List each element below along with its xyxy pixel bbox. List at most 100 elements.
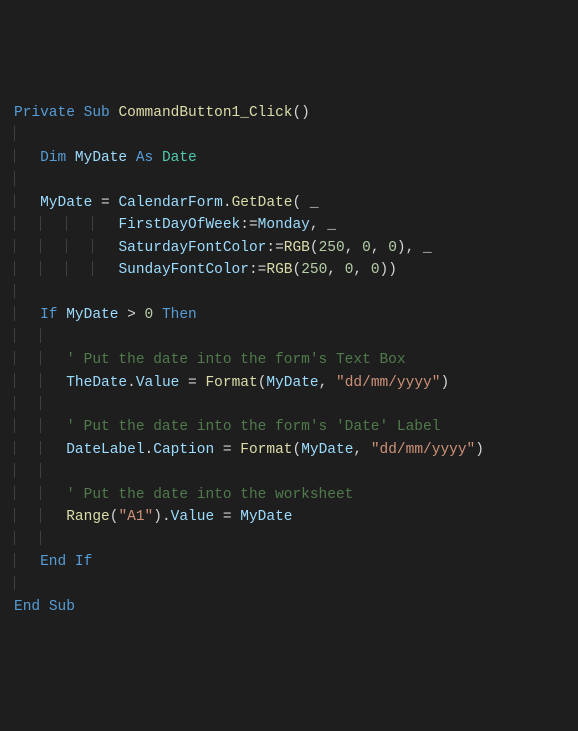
comma: , xyxy=(345,240,362,256)
function-name: Format xyxy=(240,442,292,458)
indent-guide xyxy=(14,284,15,299)
indent-guide xyxy=(14,531,15,546)
comment: ' Put the date into the form's 'Date' La… xyxy=(66,419,440,435)
string: "dd/mm/yyyy" xyxy=(371,442,475,458)
indent-guide xyxy=(40,441,41,456)
code-line xyxy=(14,532,40,548)
comma: , xyxy=(353,442,370,458)
number: 250 xyxy=(301,262,327,278)
dot-operator: . xyxy=(145,442,154,458)
indent-guide xyxy=(14,576,15,591)
indent-guide xyxy=(14,553,15,568)
indent-guide xyxy=(14,239,15,254)
code-line: ' Put the date into the form's Text Box xyxy=(14,352,406,368)
code-line: End Sub xyxy=(14,599,75,615)
keyword: End xyxy=(14,599,40,615)
parentheses: ( xyxy=(310,240,319,256)
function-name: RGB xyxy=(284,240,310,256)
identifier: MyDate xyxy=(266,375,318,391)
identifier: MyDate xyxy=(301,442,353,458)
indent-guide xyxy=(14,261,15,276)
code-line: Range("A1").Value = MyDate xyxy=(14,509,293,525)
indent-guide xyxy=(40,351,41,366)
indent-guide xyxy=(40,216,41,231)
function-name: CommandButton1_Click xyxy=(118,105,292,121)
indent-guide xyxy=(14,328,15,343)
string: "A1" xyxy=(118,509,153,525)
parameter: FirstDayOfWeek xyxy=(118,217,240,233)
string: "dd/mm/yyyy" xyxy=(336,375,440,391)
indent-guide xyxy=(14,126,15,141)
operator: = xyxy=(214,509,240,525)
number: 0 xyxy=(371,262,380,278)
comment: ' Put the date into the worksheet xyxy=(66,487,353,503)
indent-guide xyxy=(40,373,41,388)
code-line: End If xyxy=(14,554,92,570)
operator: = xyxy=(214,442,240,458)
comma: , xyxy=(371,240,388,256)
indent-guide xyxy=(40,486,41,501)
code-line: Dim MyDate As Date xyxy=(14,150,197,166)
comma: , xyxy=(327,262,344,278)
code-line: If MyDate > 0 Then xyxy=(14,307,197,323)
operator: := xyxy=(249,262,266,278)
continuation: , _ xyxy=(310,217,336,233)
code-line: ' Put the date into the form's 'Date' La… xyxy=(14,419,440,435)
parentheses: ) xyxy=(440,375,449,391)
parameter: SundayFontColor xyxy=(118,262,249,278)
parentheses: ) xyxy=(475,442,484,458)
parentheses: ), _ xyxy=(397,240,432,256)
indent-guide xyxy=(92,239,93,254)
indent-guide xyxy=(92,216,93,231)
dot-operator: . xyxy=(127,375,136,391)
indent-guide xyxy=(40,239,41,254)
code-line: Private Sub CommandButton1_Click() xyxy=(14,105,310,121)
keyword: Sub xyxy=(49,599,75,615)
keyword: Then xyxy=(162,307,197,323)
indent-guide xyxy=(14,149,15,164)
indent-guide xyxy=(14,486,15,501)
identifier: MyDate xyxy=(75,150,127,166)
number: 0 xyxy=(362,240,371,256)
operator: = xyxy=(92,195,118,211)
identifier: DateLabel xyxy=(66,442,144,458)
indent-guide xyxy=(40,396,41,411)
keyword: If xyxy=(40,307,57,323)
keyword: If xyxy=(75,554,92,570)
indent-guide xyxy=(14,194,15,209)
identifier: MyDate xyxy=(240,509,292,525)
indent-guide xyxy=(14,216,15,231)
indent-guide xyxy=(14,351,15,366)
property: Value xyxy=(136,375,180,391)
indent-guide xyxy=(14,396,15,411)
identifier: CalendarForm xyxy=(118,195,222,211)
indent-guide xyxy=(40,328,41,343)
code-line: ' Put the date into the worksheet xyxy=(14,487,353,503)
operator: := xyxy=(240,217,257,233)
function-name: RGB xyxy=(266,262,292,278)
identifier: MyDate xyxy=(66,307,118,323)
identifier: MyDate xyxy=(40,195,92,211)
property: Caption xyxy=(153,442,214,458)
operator: := xyxy=(266,240,283,256)
parentheses: () xyxy=(292,105,309,121)
keyword: Private xyxy=(14,105,75,121)
indent-guide xyxy=(14,508,15,523)
comma: , xyxy=(319,375,336,391)
indent-guide xyxy=(14,441,15,456)
function-name: Range xyxy=(66,509,110,525)
dot-operator: . xyxy=(223,195,232,211)
code-line: MyDate = CalendarForm.GetDate( _ xyxy=(14,195,319,211)
comma: , xyxy=(353,262,370,278)
indent-guide xyxy=(40,418,41,433)
function-name: Format xyxy=(205,375,257,391)
code-line xyxy=(14,464,40,480)
parameter: SaturdayFontColor xyxy=(118,240,266,256)
indent-guide xyxy=(40,463,41,478)
code-line: FirstDayOfWeek:=Monday, _ xyxy=(14,217,336,233)
parentheses: ( xyxy=(293,442,302,458)
keyword: End xyxy=(40,554,66,570)
number: 0 xyxy=(388,240,397,256)
code-line xyxy=(14,330,40,346)
comment: ' Put the date into the form's Text Box xyxy=(66,352,405,368)
